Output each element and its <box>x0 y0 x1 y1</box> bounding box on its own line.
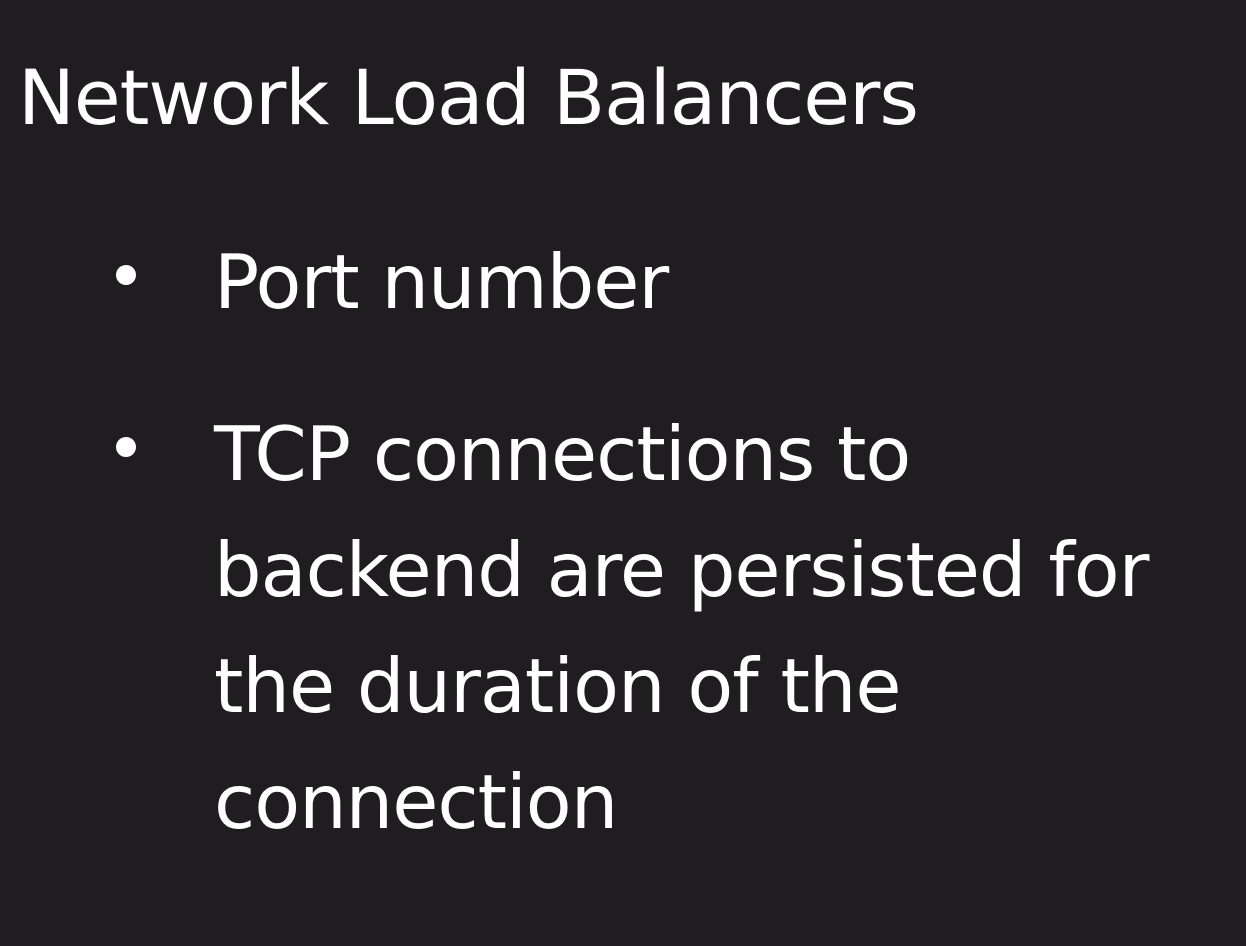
bullet-icon <box>116 265 136 285</box>
bullet-text: Port number <box>214 238 669 326</box>
slide-title: Network Load Balancers <box>18 53 919 142</box>
bullet-icon <box>116 437 136 457</box>
slide: Network Load Balancers Port number TCP c… <box>0 0 1246 946</box>
bullet-text: TCP connections to backend are persisted… <box>214 410 1150 846</box>
